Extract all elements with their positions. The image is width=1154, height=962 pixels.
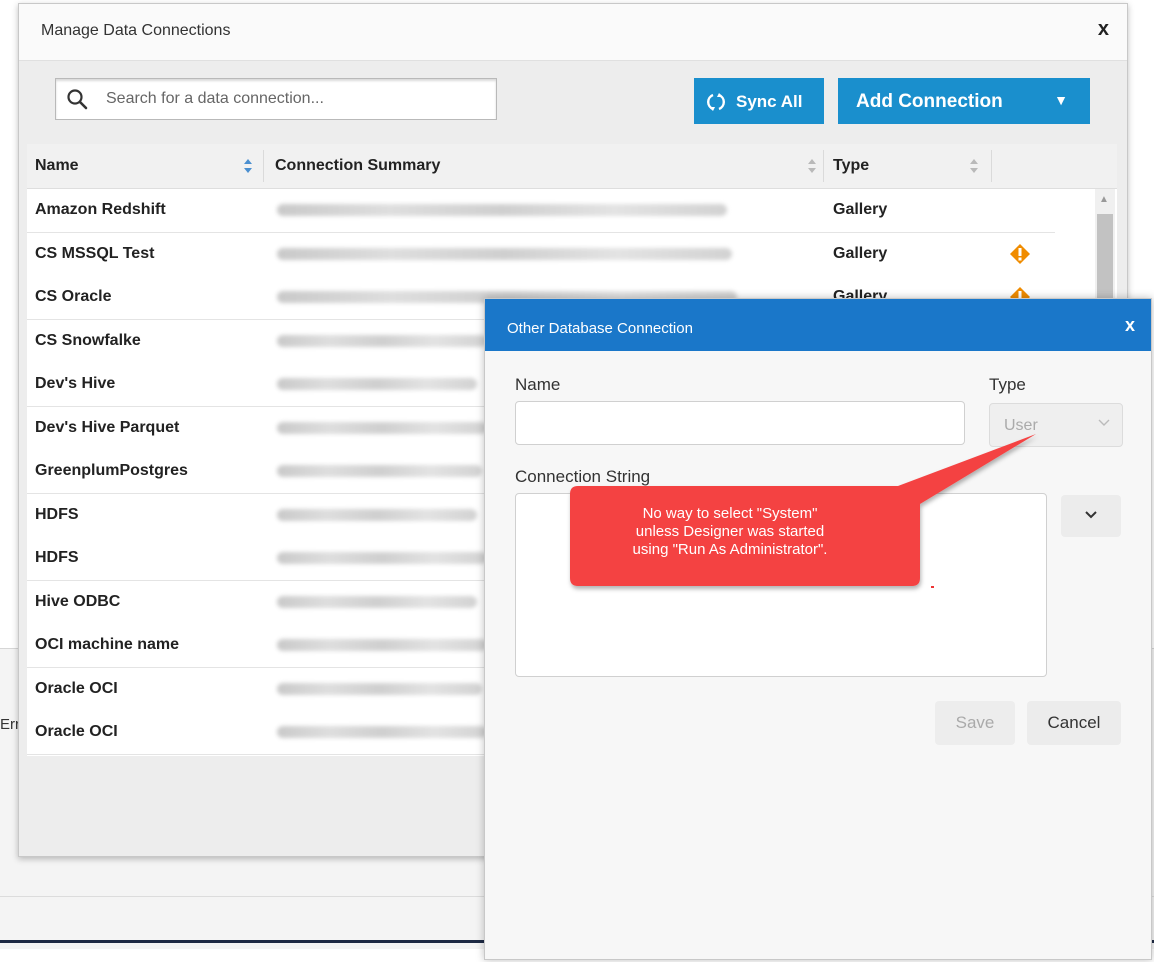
connection-summary-blurred [277,334,487,347]
table-row[interactable]: Amazon Redshift Gallery [27,189,1055,233]
connection-summary-blurred [277,552,487,564]
type-label: Type [989,375,1026,394]
sort-icon[interactable] [807,158,817,174]
connection-summary-blurred [277,639,487,651]
callout-line: using "Run As Administrator". [632,541,828,558]
column-header-name[interactable]: Name [35,144,79,188]
connection-summary-blurred [277,595,477,608]
search-input[interactable] [104,87,488,111]
sync-all-button[interactable]: Sync All [694,78,824,124]
callout-bubble [570,434,1036,586]
connection-name: Hive ODBC [35,592,121,610]
connection-summary-blurred [277,726,487,738]
close-icon[interactable]: x [1098,18,1109,41]
connection-summary-blurred [277,204,727,216]
connection-summary-blurred [277,378,477,390]
connection-name: OCI machine name [35,636,180,653]
connection-summary-blurred [277,421,487,434]
callout-line: No way to select "System" [642,505,818,522]
dialog-title-bar: Other Database Connection x [485,299,1151,351]
sort-icon[interactable] [969,158,979,174]
column-header-type[interactable]: Type [833,144,869,188]
table-header: Name Connection Summary Type [27,144,1117,189]
close-icon[interactable]: x [1125,315,1135,336]
save-button[interactable]: Save [935,701,1015,745]
warning-icon[interactable] [1009,243,1031,265]
caret-down-icon[interactable]: ▼ [1054,92,1068,108]
connection-name: Dev's Hive Parquet [35,418,180,436]
add-connection-label: Add Connection [856,91,1003,112]
scroll-up-icon[interactable]: ▲ [1099,194,1109,205]
dialog-title: Other Database Connection [507,320,693,337]
sort-icon[interactable] [243,158,253,174]
connection-summary-blurred [277,682,482,695]
column-divider [823,150,824,182]
sync-icon [707,93,725,111]
sync-all-label: Sync All [736,92,803,111]
connection-type: Gallery [833,201,888,218]
chevron-down-icon [1098,419,1110,426]
cancel-button[interactable]: Cancel [1027,701,1121,745]
column-header-summary[interactable]: Connection Summary [275,144,440,188]
connection-summary-blurred [277,465,482,477]
background-error-text: Err [0,716,20,733]
column-divider [991,150,992,182]
connection-name: Oracle OCI [35,679,118,697]
connection-name: HDFS [35,549,79,566]
connection-string-dropdown-button[interactable] [1061,495,1121,537]
chevron-down-icon [1085,511,1097,519]
connection-name: CS Oracle [35,288,112,305]
connection-summary-blurred [277,508,477,521]
other-database-connection-dialog: Other Database Connection x Name Type Us… [484,298,1152,960]
table-row[interactable]: CS MSSQL Test Gallery [27,232,1055,277]
connection-name: CS MSSQL Test [35,244,155,262]
callout-line: unless Designer was started [635,523,825,540]
dialog-title: Manage Data Connections [41,22,231,39]
column-divider [263,150,264,182]
connection-summary-blurred [277,247,732,260]
connection-type: Gallery [833,244,888,262]
dialog-title-bar: Manage Data Connections x [19,4,1127,61]
connection-name: Oracle OCI [35,723,118,740]
name-label: Name [515,375,561,394]
connection-name: Amazon Redshift [35,201,166,218]
connection-name: CS Snowfalke [35,331,141,349]
connection-name: HDFS [35,505,79,523]
callout-text: No way to select "System" unless Designe… [570,505,890,559]
connection-name: Dev's Hive [35,375,116,392]
search-box[interactable] [55,78,497,120]
search-icon [67,89,88,110]
add-connection-button[interactable]: Add Connection ▼ [838,78,1090,124]
connection-name: GreenplumPostgres [35,462,188,479]
